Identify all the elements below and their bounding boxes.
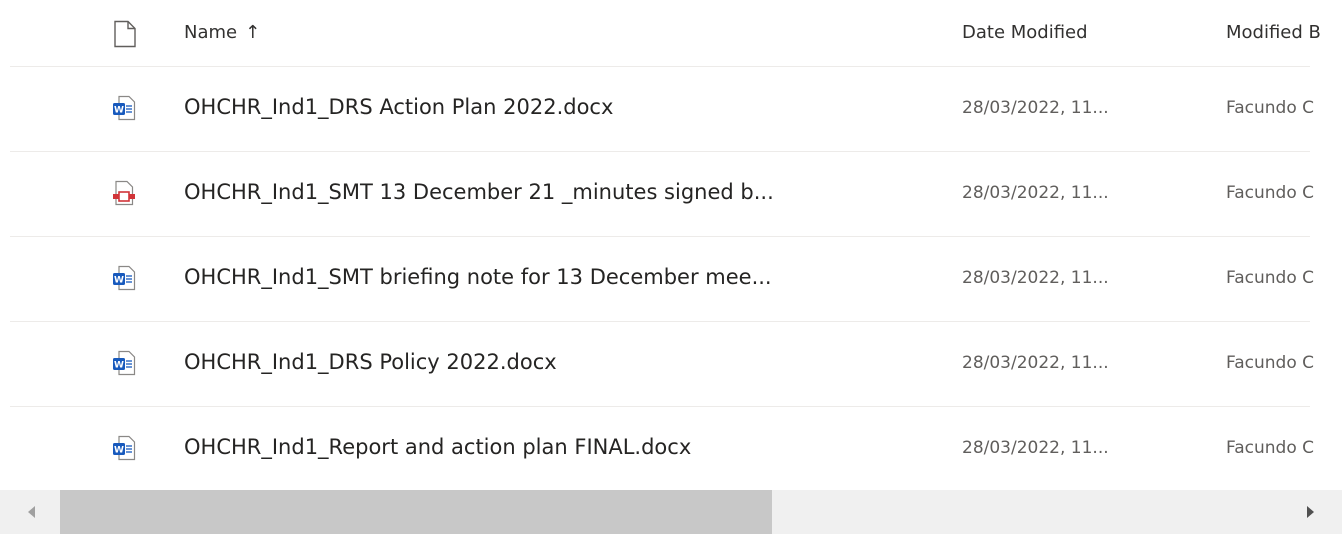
name-column-header[interactable]: Name ↑ [184, 22, 260, 43]
column-header-row: Name ↑ Date Modified Modified B [0, 0, 1342, 66]
date-modified: 28/03/2022, 11... [962, 98, 1109, 118]
file-name[interactable]: OHCHR_Ind1_SMT briefing note for 13 Dece… [184, 265, 772, 289]
word-icon: W [112, 95, 136, 121]
modified-by: Facundo C [1226, 183, 1314, 203]
file-icon [114, 20, 136, 48]
modified-by: Facundo C [1226, 438, 1314, 458]
date-modified-column-header[interactable]: Date Modified [962, 22, 1088, 43]
file-row[interactable]: W OHCHR_Ind1_SMT briefing note for 13 De… [0, 237, 1342, 322]
horizontal-scrollbar[interactable] [0, 490, 1342, 534]
scrollbar-thumb[interactable] [60, 490, 772, 534]
date-modified: 28/03/2022, 11... [962, 353, 1109, 373]
file-list: Name ↑ Date Modified Modified B W OHCHR_I… [0, 0, 1342, 490]
file-row[interactable]: OHCHR_Ind1_SMT 13 December 21 _minutes s… [0, 152, 1342, 237]
modified-by-column-header[interactable]: Modified B [1226, 22, 1321, 43]
svg-text:W: W [114, 361, 124, 371]
svg-text:W: W [114, 446, 124, 456]
svg-text:W: W [114, 106, 124, 116]
file-row[interactable]: W OHCHR_Ind1_DRS Action Plan 2022.docx 2… [0, 67, 1342, 152]
date-modified: 28/03/2022, 11... [962, 268, 1109, 288]
svg-text:W: W [114, 276, 124, 286]
file-row[interactable]: W OHCHR_Ind1_Report and action plan FINA… [0, 407, 1342, 490]
modified-by: Facundo C [1226, 268, 1314, 288]
file-name[interactable]: OHCHR_Ind1_DRS Policy 2022.docx [184, 350, 557, 374]
sort-ascending-icon: ↑ [245, 22, 261, 43]
date-modified: 28/03/2022, 11... [962, 438, 1109, 458]
pdf-icon [112, 180, 136, 206]
file-type-column-header[interactable] [112, 20, 138, 48]
scroll-right-button[interactable] [1300, 502, 1320, 522]
modified-by: Facundo C [1226, 98, 1314, 118]
word-icon: W [112, 350, 136, 376]
date-modified: 28/03/2022, 11... [962, 183, 1109, 203]
word-icon: W [112, 435, 136, 461]
file-name[interactable]: OHCHR_Ind1_DRS Action Plan 2022.docx [184, 95, 613, 119]
caret-right-icon [1307, 506, 1314, 518]
name-column-label: Name [184, 22, 238, 43]
word-icon: W [112, 265, 136, 291]
caret-left-icon [28, 506, 35, 518]
file-name[interactable]: OHCHR_Ind1_Report and action plan FINAL.… [184, 435, 691, 459]
modified-by: Facundo C [1226, 353, 1314, 373]
file-row[interactable]: W OHCHR_Ind1_DRS Policy 2022.docx 28/03/… [0, 322, 1342, 407]
file-name[interactable]: OHCHR_Ind1_SMT 13 December 21 _minutes s… [184, 180, 774, 204]
scroll-left-button[interactable] [22, 502, 42, 522]
